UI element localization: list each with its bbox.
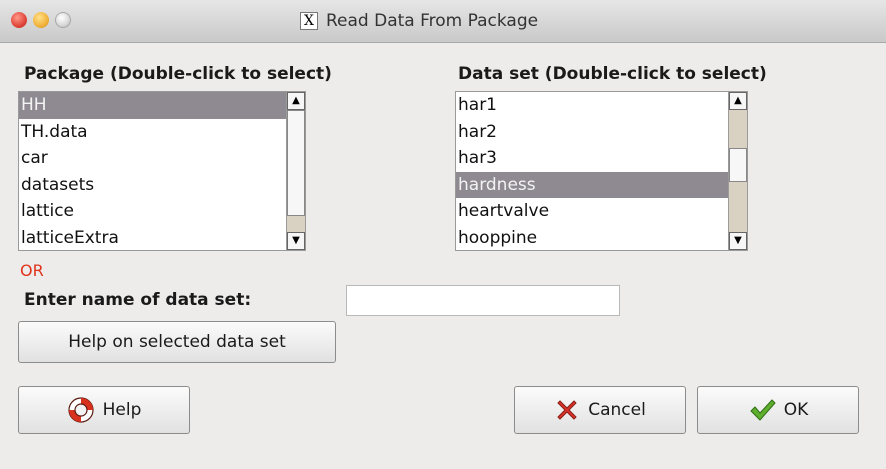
window-title-group: X Read Data From Package: [300, 9, 538, 33]
dataset-scrollbar[interactable]: ▲ ▼: [728, 92, 747, 250]
green-check-icon: [748, 397, 776, 423]
package-scrollbar[interactable]: ▲ ▼: [286, 92, 305, 250]
package-listbox[interactable]: HH TH.data car datasets lattice latticeExtra …: [18, 91, 306, 251]
dialog-window: X Read Data From Package Package (Double…: [0, 0, 886, 469]
list-item[interactable]: hooppine: [456, 225, 747, 251]
help-button[interactable]: Help: [18, 386, 190, 434]
list-item[interactable]: lattice: [19, 198, 305, 225]
dataset-listbox[interactable]: har1 har2 har3 hardness heartvalve hooppine ▲…: [455, 91, 748, 251]
list-item[interactable]: hardness: [456, 171, 747, 198]
dataset-items: har1 har2 har3 hardness heartvalve hooppine: [456, 92, 747, 251]
list-item[interactable]: HH: [19, 92, 305, 119]
scroll-up-arrow-icon[interactable]: ▲: [729, 92, 747, 110]
package-list-label: Package (Double-click to select): [24, 64, 332, 84]
minimize-window-button[interactable]: [33, 12, 49, 28]
x11-app-icon: X: [300, 12, 318, 30]
window-title: Read Data From Package: [326, 11, 539, 31]
dataset-list-label: Data set (Double-click to select): [458, 64, 767, 84]
list-item[interactable]: har1: [456, 92, 747, 119]
scroll-up-arrow-icon[interactable]: ▲: [287, 92, 305, 110]
title-bar: X Read Data From Package: [0, 0, 886, 43]
package-items: HH TH.data car datasets lattice latticeExtra: [19, 92, 305, 251]
list-item[interactable]: TH.data: [19, 119, 305, 146]
list-item[interactable]: latticeExtra: [19, 225, 305, 251]
lifebuoy-icon: [67, 396, 95, 424]
dataset-name-label: Enter name of data set:: [24, 290, 252, 310]
list-item[interactable]: datasets: [19, 172, 305, 199]
close-window-button[interactable]: [11, 12, 27, 28]
maximize-window-button[interactable]: [55, 12, 71, 28]
package-scroll-thumb[interactable]: [287, 110, 305, 216]
help-on-dataset-label: Help on selected data set: [68, 332, 286, 352]
scroll-down-arrow-icon[interactable]: ▼: [729, 232, 747, 250]
red-x-icon: [554, 397, 580, 423]
list-item[interactable]: car: [19, 145, 305, 172]
help-on-dataset-button[interactable]: Help on selected data set: [18, 321, 336, 363]
cancel-label: Cancel: [588, 400, 646, 420]
list-item[interactable]: har3: [456, 145, 747, 172]
dataset-name-input[interactable]: [346, 285, 620, 316]
cancel-button[interactable]: Cancel: [514, 386, 686, 434]
or-label: OR: [20, 261, 44, 280]
list-item[interactable]: heartvalve: [456, 198, 747, 225]
dataset-scroll-thumb[interactable]: [729, 148, 747, 182]
ok-label: OK: [783, 400, 809, 420]
ok-button[interactable]: OK: [697, 386, 859, 434]
scroll-down-arrow-icon[interactable]: ▼: [287, 232, 305, 250]
list-item[interactable]: har2: [456, 119, 747, 146]
help-label: Help: [102, 400, 142, 420]
